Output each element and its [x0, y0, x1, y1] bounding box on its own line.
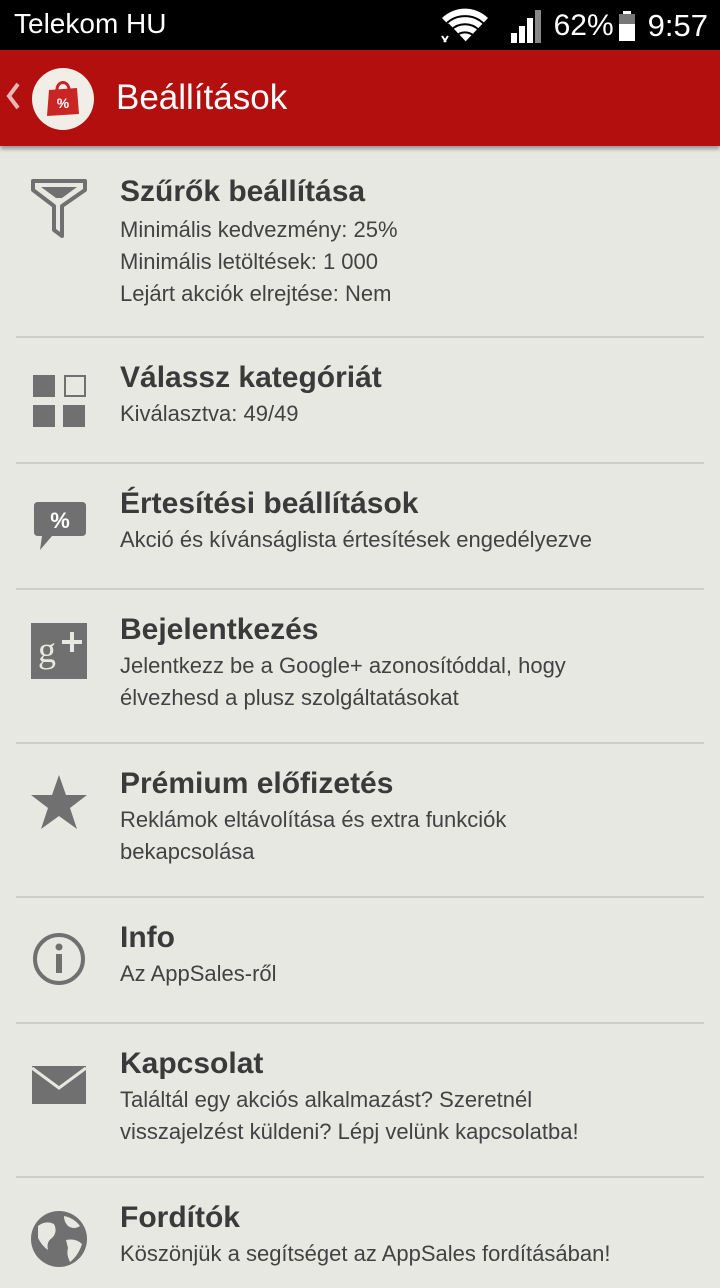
- item-subtitle: bekapcsolása: [120, 839, 255, 864]
- item-title: Értesítési beállítások: [120, 487, 419, 520]
- info-icon: [33, 933, 85, 985]
- item-subtitle: Köszönjük a segítséget az AppSales fordí…: [120, 1241, 611, 1266]
- settings-list: Szűrők beállítása Minimális kedvezmény: …: [0, 146, 720, 1288]
- settings-item-info[interactable]: Info Az AppSales-ről: [0, 898, 720, 1024]
- category-grid-icon: [33, 375, 86, 427]
- svg-text:g: g: [38, 630, 56, 670]
- item-subtitle: Minimális letöltések: 1 000: [120, 249, 379, 274]
- item-title: Kapcsolat: [120, 1047, 264, 1080]
- mail-envelope-icon: [31, 1066, 87, 1104]
- globe-icon: [31, 1211, 87, 1267]
- item-subtitle: Reklámok eltávolítása és extra funkciók: [120, 807, 507, 832]
- settings-item-categories[interactable]: Válassz kategóriát Kiválasztva: 49/49: [0, 338, 720, 464]
- clock: 9:57: [647, 8, 708, 43]
- page-title: Beállítások: [116, 78, 288, 117]
- app-bar: % Beállítások: [0, 50, 720, 146]
- svg-text:%: %: [57, 95, 70, 111]
- signal-icon: [510, 10, 541, 43]
- item-title: Prémium előfizetés: [120, 767, 394, 800]
- item-subtitle: Kiválasztva: 49/49: [120, 401, 299, 426]
- wifi-icon: [440, 8, 488, 43]
- item-subtitle: Találtál egy akciós alkalmazást? Szeretn…: [120, 1087, 533, 1112]
- settings-item-premium[interactable]: Prémium előfizetés Reklámok eltávolítása…: [0, 744, 720, 898]
- percent-speech-bubble-icon: %: [34, 502, 86, 550]
- item-title: Fordítók: [120, 1201, 240, 1234]
- status-bar: Telekom HU 62% 9:57: [0, 0, 720, 50]
- item-subtitle: Jelentkezz be a Google+ azonosítóddal, h…: [120, 653, 566, 678]
- settings-item-filters[interactable]: Szűrők beállítása Minimális kedvezmény: …: [0, 146, 720, 338]
- google-plus-icon: g: [31, 623, 87, 679]
- carrier-name: Telekom HU: [14, 8, 167, 39]
- item-title: Bejelentkezés: [120, 613, 319, 646]
- star-icon: [31, 775, 87, 829]
- item-subtitle: Lejárt akciók elrejtése: Nem: [120, 281, 392, 306]
- svg-text:%: %: [50, 508, 70, 533]
- item-subtitle: élvezhesd a plusz szolgáltatásokat: [120, 685, 459, 710]
- item-subtitle: Minimális kedvezmény: 25%: [120, 217, 398, 242]
- settings-item-notifications[interactable]: % Értesítési beállítások Akció és kíváns…: [0, 464, 720, 590]
- app-logo[interactable]: %: [32, 68, 94, 130]
- chevron-left-icon[interactable]: [4, 78, 22, 114]
- item-subtitle: Az AppSales-ről: [120, 961, 277, 986]
- shopping-bag-percent-icon: %: [47, 81, 79, 116]
- item-title: Info: [120, 921, 175, 954]
- item-subtitle: Akció és kívánságlista értesítések enged…: [120, 527, 593, 552]
- settings-item-login[interactable]: g Bejelentkezés Jelentkezz be a Google+ …: [0, 590, 720, 744]
- filter-funnel-icon: [31, 179, 87, 238]
- battery-percent: 62%: [553, 9, 614, 42]
- item-subtitle: visszajelzést küldeni? Lépj velünk kapcs…: [120, 1119, 579, 1144]
- settings-item-translators[interactable]: Fordítók Köszönjük a segítséget az AppSa…: [0, 1178, 720, 1288]
- item-title: Válassz kategóriát: [120, 361, 382, 394]
- battery-icon: [618, 11, 635, 41]
- settings-item-contact[interactable]: Kapcsolat Találtál egy akciós alkalmazás…: [0, 1024, 720, 1178]
- item-title: Szűrők beállítása: [120, 175, 366, 208]
